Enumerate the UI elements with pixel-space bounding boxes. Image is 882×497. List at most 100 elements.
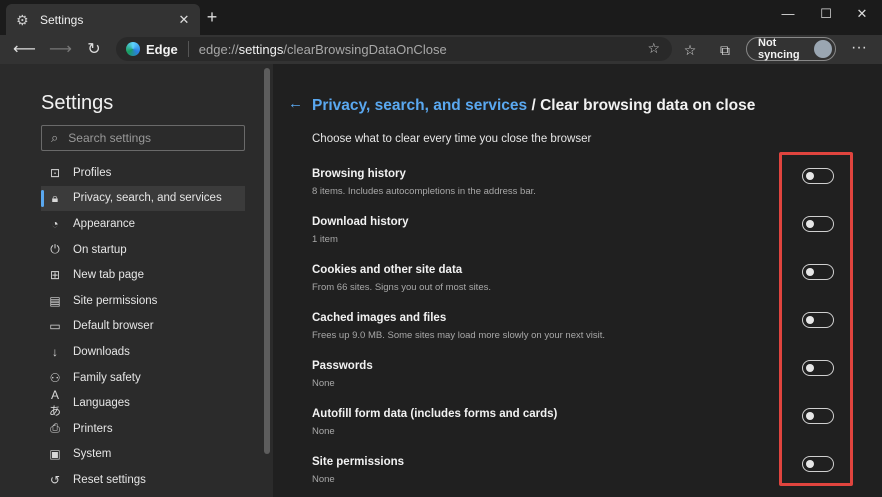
title-bar: ⚙ Settings ✕ + — ☐ ✕ bbox=[0, 0, 882, 35]
sidebar-item[interactable]: ⊡ Profiles bbox=[41, 160, 245, 186]
close-tab-icon[interactable]: ✕ bbox=[176, 12, 192, 28]
setting-row: Cookies and other site data From 66 sites… bbox=[312, 258, 852, 302]
setting-title: Cookies and other site data bbox=[312, 264, 463, 276]
setting-title: Site permissions bbox=[312, 456, 405, 468]
setting-title: Autofill form data (includes forms and c… bbox=[312, 408, 558, 420]
sidebar-item-label: Privacy, search, and services bbox=[73, 192, 222, 205]
setting-row: Cached images and files Frees up 9.0 MB. … bbox=[312, 306, 852, 350]
url-divider bbox=[187, 41, 189, 57]
tab-title: Settings bbox=[40, 12, 84, 27]
search-input[interactable] bbox=[66, 130, 231, 146]
page-title: Privacy, search, and services / Clear br… bbox=[312, 97, 755, 115]
search-icon: ⌕ bbox=[51, 130, 59, 145]
sidebar-item[interactable]: 🔒︎ Privacy, search, and services bbox=[41, 185, 245, 212]
sidebar-item-label: Default browser bbox=[73, 320, 154, 333]
new-tab-icon: ⊞ bbox=[49, 268, 61, 283]
sidebar-item[interactable]: ▣ System bbox=[41, 442, 245, 468]
setting-description: None bbox=[312, 426, 335, 437]
setting-row: Autofill form data (includes forms and c… bbox=[312, 402, 852, 446]
toggle-switch[interactable] bbox=[802, 360, 834, 376]
sidebar-item[interactable]: ⚇ Family safety bbox=[41, 365, 245, 391]
new-tab-button[interactable]: + bbox=[203, 8, 221, 26]
toggle-knob bbox=[806, 363, 814, 372]
breadcrumb-link[interactable]: Privacy, search, and services bbox=[312, 97, 527, 114]
sidebar-item[interactable]: ↺ Reset settings bbox=[41, 467, 245, 493]
sidebar-item[interactable]: ↓ Downloads bbox=[41, 339, 245, 365]
sidebar-item-label: Printers bbox=[73, 422, 113, 435]
sidebar-item[interactable]: ⎙ Printers bbox=[41, 416, 245, 442]
collections-icon[interactable]: ⧉ bbox=[714, 39, 736, 61]
setting-description: 8 items. Includes autocompletions in the… bbox=[312, 186, 536, 197]
setting-row: Download history 1 item bbox=[312, 210, 852, 254]
sidebar-item-label: Family safety bbox=[73, 371, 141, 384]
lock-icon: 🔒︎ bbox=[51, 190, 59, 205]
setting-title: Download history bbox=[312, 216, 409, 228]
sidebar-item-label: New tab page bbox=[73, 269, 144, 282]
breadcrumb-separator: / bbox=[527, 97, 541, 114]
back-arrow-icon[interactable]: ← bbox=[288, 95, 303, 112]
sidebar-item-label: Languages bbox=[73, 397, 130, 410]
sidebar-item-label: System bbox=[73, 448, 112, 461]
refresh-button[interactable]: ↻ bbox=[83, 39, 105, 61]
power-icon: ⏻ bbox=[50, 242, 60, 257]
sidebar-item-label: Reset settings bbox=[73, 473, 146, 486]
printer-icon: ⎙ bbox=[50, 421, 60, 436]
url-path: /clearBrowsingDataOnClose bbox=[283, 41, 447, 57]
palette-icon: ◔ bbox=[51, 216, 59, 231]
close-window-button[interactable]: ✕ bbox=[851, 6, 873, 22]
sidebar-item-label: On startup bbox=[73, 243, 127, 256]
more-options-button[interactable]: ··· bbox=[850, 39, 868, 57]
url-host: settings bbox=[238, 41, 284, 57]
search-settings-box[interactable]: ⌕ bbox=[41, 125, 245, 151]
maximize-button[interactable]: ☐ bbox=[815, 6, 837, 22]
edge-label: Edge bbox=[146, 41, 178, 57]
forward-button[interactable]: ⟶ bbox=[49, 39, 72, 61]
profile-icon: ⊡ bbox=[49, 165, 61, 180]
toggle-switch[interactable] bbox=[802, 168, 834, 184]
toggle-knob bbox=[806, 315, 814, 324]
settings-sidebar: Settings ⌕ ⊡ Profiles 🔒︎ Privacy, search, a… bbox=[0, 64, 262, 497]
url-scheme: edge:// bbox=[198, 41, 239, 57]
toggle-switch[interactable] bbox=[802, 312, 834, 328]
sidebar-item-label: Profiles bbox=[73, 166, 112, 179]
sidebar-item[interactable]: ▭ Default browser bbox=[41, 314, 245, 340]
toggle-switch[interactable] bbox=[802, 456, 834, 472]
minimize-button[interactable]: — bbox=[777, 6, 799, 22]
settings-tab[interactable]: ⚙ Settings ✕ bbox=[6, 4, 200, 35]
setting-title: Cached images and files bbox=[312, 312, 447, 324]
sidebar-scrollbar[interactable] bbox=[262, 64, 273, 497]
setting-description: None bbox=[312, 474, 335, 485]
back-button[interactable]: ⟵ bbox=[13, 39, 36, 61]
sidebar-item[interactable]: ◔ Appearance bbox=[41, 211, 245, 237]
sync-status-label: Not syncing bbox=[758, 37, 800, 61]
setting-title: Passwords bbox=[312, 360, 373, 372]
setting-row: Passwords None bbox=[312, 354, 852, 398]
main-content: ← Privacy, search, and services / Clear … bbox=[273, 64, 882, 497]
toggle-knob bbox=[806, 267, 814, 276]
avatar bbox=[814, 40, 832, 58]
default-browser-icon: ▭ bbox=[49, 319, 61, 334]
address-bar[interactable]: Edge edge://settings/clearBrowsingDataOn… bbox=[116, 37, 672, 61]
toggle-switch[interactable] bbox=[802, 216, 834, 232]
favorites-icon[interactable]: ☆ bbox=[679, 39, 701, 61]
toggle-knob bbox=[806, 459, 814, 468]
system-icon: ▣ bbox=[49, 447, 61, 462]
setting-description: None bbox=[312, 378, 335, 389]
navigation-bar: ⟵ ⟶ ↻ Edge edge://settings/clearBrowsing… bbox=[0, 35, 882, 65]
gear-icon: ⚙ bbox=[16, 11, 29, 28]
breadcrumb-current: Clear browsing data on close bbox=[540, 97, 756, 114]
page-subtitle: Choose what to clear every time you clos… bbox=[312, 133, 592, 145]
sidebar-item[interactable]: ⏻ On startup bbox=[41, 237, 245, 263]
toggle-knob bbox=[806, 171, 814, 180]
sidebar-item[interactable]: Aあ Languages bbox=[41, 388, 245, 418]
sidebar-item-label: Site permissions bbox=[73, 294, 158, 307]
site-permissions-icon: ▤ bbox=[49, 293, 61, 308]
setting-row: Site permissions None bbox=[312, 450, 852, 494]
favorite-star-icon[interactable]: ☆ bbox=[647, 40, 660, 57]
toggle-switch[interactable] bbox=[802, 264, 834, 280]
toggle-switch[interactable] bbox=[802, 408, 834, 424]
profile-sync-button[interactable]: Not syncing bbox=[746, 37, 836, 61]
scrollbar-thumb[interactable] bbox=[264, 68, 270, 454]
sidebar-item[interactable]: ▤ Site permissions bbox=[41, 288, 245, 314]
sidebar-item[interactable]: ⊞ New tab page bbox=[41, 262, 245, 288]
